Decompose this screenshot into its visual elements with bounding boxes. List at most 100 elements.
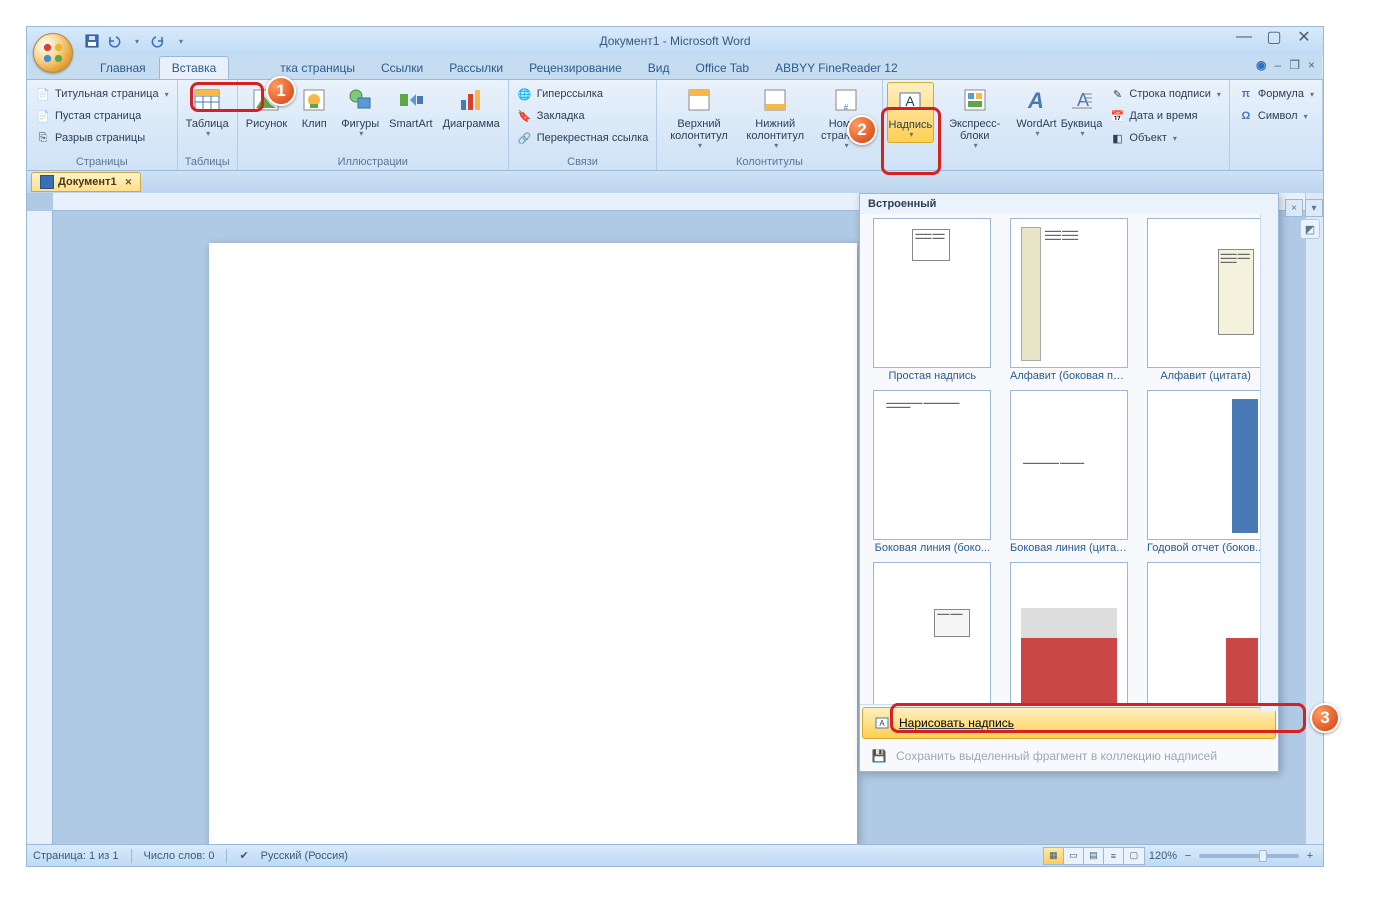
shapes-button[interactable]: Фигуры <box>337 82 383 141</box>
doc-tab-close-icon[interactable]: ✕ <box>125 177 133 188</box>
footer-label: Нижний колонтитул <box>743 118 808 142</box>
gallery-item[interactable]: ▬▬▬▬▬▬▬▬▬ ▬▬▬▬▬▬▬▬▬ ▬▬▬▬▬▬ Боковая линия… <box>868 390 997 554</box>
chart-icon <box>455 84 487 116</box>
table-button[interactable]: Таблица <box>182 82 233 141</box>
zoom-value[interactable]: 120% <box>1149 850 1177 862</box>
bookmark-button[interactable]: 🔖Закладка <box>513 106 653 126</box>
chart-label: Диаграмма <box>443 118 500 130</box>
crossref-button[interactable]: 🔗Перекрестная ссылка <box>513 128 653 148</box>
equation-icon: π <box>1238 86 1254 102</box>
symbol-label: Символ <box>1258 110 1298 122</box>
gallery-item[interactable]: ▬▬▬▬ ▬▬▬ ▬▬▬▬ ▬▬▬ Простая надпись <box>868 218 997 382</box>
zoom-in-button[interactable]: + <box>1303 850 1317 862</box>
page-break-button[interactable]: ⎘Разрыв страницы <box>31 128 173 148</box>
gallery-item[interactable]: ▬▬▬▬▬▬▬▬▬ ▬▬▬▬▬▬ Боковая линия (цитата) <box>1005 390 1134 554</box>
dropcap-icon: A <box>1066 84 1098 116</box>
chart-button[interactable]: Диаграмма <box>439 82 504 132</box>
svg-text:A: A <box>906 93 916 109</box>
view-draft[interactable]: ▢ <box>1124 848 1144 864</box>
quickparts-label: Экспресс-блоки <box>940 118 1009 142</box>
tab-view[interactable]: Вид <box>635 56 683 79</box>
cover-page-button[interactable]: 📄 Титульная страница <box>31 84 173 104</box>
cover-page-label: Титульная страница <box>55 88 159 100</box>
view-print-layout[interactable]: ▦ <box>1044 848 1064 864</box>
pane-dropdown-icon[interactable]: ▾ <box>1305 199 1323 217</box>
pane-close-icon[interactable]: × <box>1285 199 1303 217</box>
hyperlink-button[interactable]: 🌐Гиперссылка <box>513 84 653 104</box>
blank-page-button[interactable]: 📄Пустая страница <box>31 106 173 126</box>
header-icon <box>683 84 715 116</box>
side-tool-icon[interactable]: ◩ <box>1300 219 1320 239</box>
tab-mailings[interactable]: Рассылки <box>436 56 516 79</box>
inner-close-icon[interactable]: × <box>1308 58 1315 72</box>
spell-check-icon[interactable]: ✔ <box>239 849 248 862</box>
doc-tab-active[interactable]: Документ1 ✕ <box>31 172 141 192</box>
smartart-label: SmartArt <box>389 118 432 130</box>
group-text-title <box>887 155 1225 170</box>
office-button[interactable] <box>33 33 73 73</box>
undo-icon[interactable] <box>105 32 123 50</box>
minimize-button[interactable]: — <box>1229 27 1259 47</box>
tab-home[interactable]: Главная <box>87 56 159 79</box>
inner-minimize-icon[interactable]: – <box>1275 58 1282 72</box>
view-outline[interactable]: ≡ <box>1104 848 1124 864</box>
dropcap-button[interactable]: A Буквица <box>1060 82 1104 141</box>
undo-dropdown-icon[interactable] <box>127 32 145 50</box>
gallery-item[interactable] <box>1141 562 1270 704</box>
vertical-scrollbar[interactable]: ▲ <box>1305 193 1323 844</box>
gallery-item-label: Алфавит (цитата) <box>1147 370 1265 382</box>
qat-customize-icon[interactable] <box>171 32 189 50</box>
tab-office-tab[interactable]: Office Tab <box>683 56 763 79</box>
work-area: ▲ Встроенный ▬▬▬▬ ▬▬▬ ▬▬▬▬ ▬▬▬ Простая н… <box>27 193 1323 844</box>
gallery-item[interactable]: ▬▬▬▬ ▬▬▬ ▬▬▬▬ ▬▬▬ ▬▬▬▬ Алфавит (цитата) <box>1141 218 1270 382</box>
close-button[interactable]: ✕ <box>1289 27 1319 47</box>
object-button[interactable]: ◧Объект <box>1105 128 1224 148</box>
group-symbols-title <box>1234 155 1318 170</box>
status-language[interactable]: Русский (Россия) <box>261 850 348 862</box>
view-web[interactable]: ▤ <box>1084 848 1104 864</box>
clipart-button[interactable]: Клип <box>293 82 335 132</box>
annotation-1-badge: 1 <box>266 76 296 106</box>
group-pages: 📄 Титульная страница 📄Пустая страница ⎘Ра… <box>27 80 178 170</box>
textbox-button[interactable]: AНадпись <box>887 82 935 143</box>
status-words[interactable]: Число слов: 0 <box>144 850 215 862</box>
group-links-title: Связи <box>513 155 653 170</box>
zoom-out-button[interactable]: − <box>1181 850 1195 862</box>
gallery-item[interactable]: Годовой отчет (боков... <box>1141 390 1270 554</box>
gallery-scrollbar[interactable] <box>1260 214 1278 711</box>
textbox-icon: A <box>894 85 926 117</box>
smartart-button[interactable]: SmartArt <box>385 82 436 132</box>
equation-button[interactable]: πФормула <box>1234 84 1318 104</box>
draw-textbox-item[interactable]: A Нарисовать надпись <box>862 707 1276 739</box>
vertical-ruler[interactable] <box>27 211 53 844</box>
status-sep <box>131 849 132 863</box>
gallery-item[interactable]: ▬▬▬▬ ▬▬▬▬ ▬▬▬▬ ▬▬▬▬ ▬▬▬▬ ▬▬▬▬ Алфавит (б… <box>1005 218 1134 382</box>
save-icon[interactable] <box>83 32 101 50</box>
wordart-icon: A <box>1020 84 1052 116</box>
gallery-item[interactable] <box>1005 562 1134 704</box>
tab-references[interactable]: Ссылки <box>368 56 436 79</box>
gallery-item[interactable]: ▬▬▬ ▬▬▬ <box>868 562 997 704</box>
symbol-button[interactable]: ΩСимвол <box>1234 106 1318 126</box>
signature-button[interactable]: ✎Строка подписи <box>1105 84 1224 104</box>
help-icon[interactable]: ◉ <box>1256 58 1266 72</box>
status-page[interactable]: Страница: 1 из 1 <box>33 850 119 862</box>
tab-insert[interactable]: Вставка <box>159 56 230 79</box>
redo-icon[interactable] <box>149 32 167 50</box>
pagenum-icon: # <box>830 84 862 116</box>
maximize-button[interactable]: ▢ <box>1259 27 1289 47</box>
tab-review[interactable]: Рецензирование <box>516 56 635 79</box>
dropcap-label: Буквица <box>1061 118 1103 130</box>
inner-restore-icon[interactable]: ❐ <box>1289 58 1300 72</box>
footer-button[interactable]: Нижний колонтитул <box>739 82 812 153</box>
wordart-button[interactable]: AWordArt <box>1015 82 1057 141</box>
bookmark-icon: 🔖 <box>517 108 533 124</box>
datetime-button[interactable]: 📅Дата и время <box>1105 106 1224 126</box>
tab-abbyy[interactable]: ABBYY FineReader 12 <box>762 56 911 79</box>
quickparts-button[interactable]: Экспресс-блоки <box>936 82 1013 153</box>
view-full-screen[interactable]: ▭ <box>1064 848 1084 864</box>
document-page[interactable] <box>209 243 857 844</box>
cover-page-icon: 📄 <box>35 86 51 102</box>
header-button[interactable]: Верхний колонтитул <box>661 82 736 153</box>
zoom-slider[interactable] <box>1199 854 1299 858</box>
